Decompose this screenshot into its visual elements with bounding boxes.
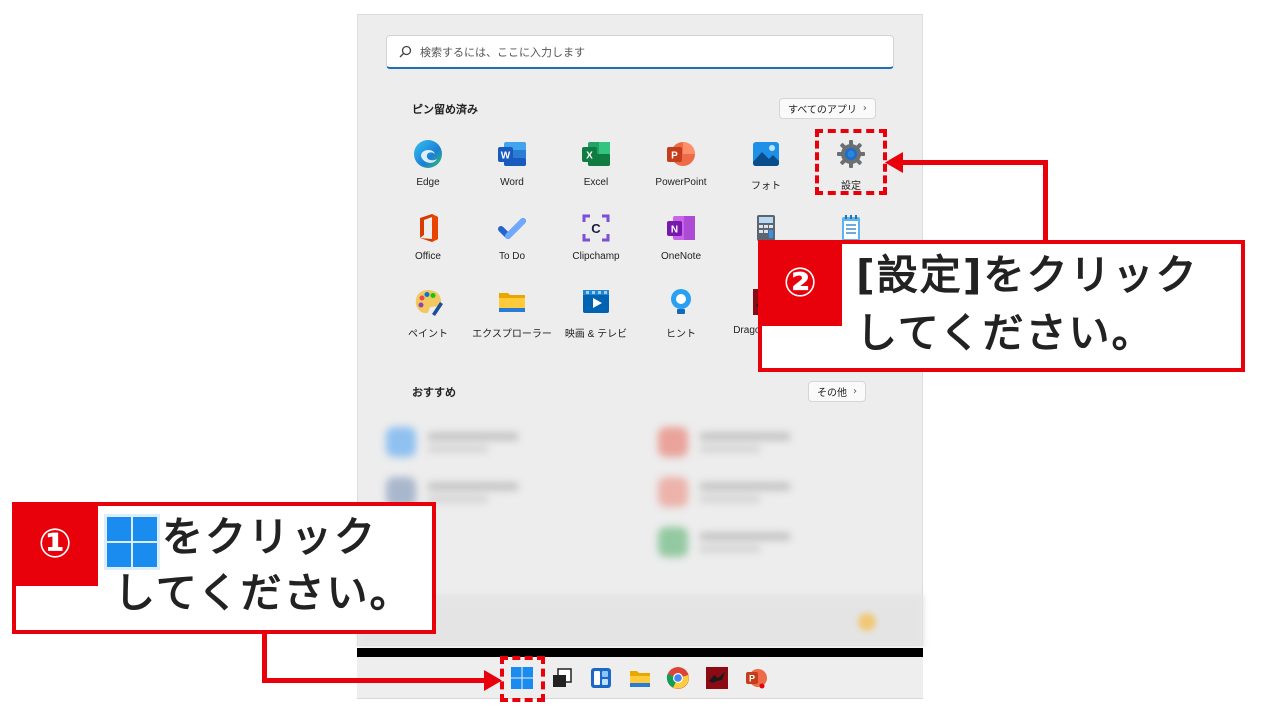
app-label: OneNote bbox=[660, 251, 702, 262]
search-icon bbox=[399, 45, 412, 58]
widgets-icon[interactable] bbox=[589, 666, 613, 690]
chevron-right-icon: › bbox=[862, 103, 867, 114]
arrow-1-head bbox=[484, 670, 502, 691]
pinned-app-movies[interactable]: 映画 & テレビ bbox=[554, 286, 638, 340]
step-2-badge: ② bbox=[758, 240, 842, 326]
step-1-line-2: してください。 bbox=[114, 569, 413, 617]
settings-highlight-box bbox=[815, 129, 887, 195]
excel-icon: X bbox=[582, 142, 610, 166]
explorer-icon bbox=[499, 293, 525, 312]
app-label: Edge bbox=[416, 177, 440, 188]
recommended-item[interactable] bbox=[386, 427, 518, 457]
taskbar-border bbox=[357, 648, 923, 657]
powerpoint-icon[interactable]: P bbox=[744, 666, 768, 690]
word-icon: W bbox=[498, 142, 526, 166]
pinned-app-photos[interactable]: フォト bbox=[724, 138, 808, 192]
tips-icon bbox=[671, 289, 691, 314]
edge-icon bbox=[414, 140, 442, 168]
arrow-2-vertical bbox=[1043, 160, 1048, 244]
arrow-2-head bbox=[885, 152, 903, 173]
step-2-line-2: してください。 bbox=[856, 309, 1155, 357]
app-label: Word bbox=[500, 177, 524, 188]
step-2-number: ② bbox=[783, 260, 817, 306]
power-icon[interactable] bbox=[858, 613, 876, 631]
recommended-item[interactable] bbox=[658, 427, 790, 457]
all-apps-button[interactable]: すべてのアプリ › bbox=[779, 98, 876, 119]
app-label: Office bbox=[415, 251, 441, 262]
svg-text:W: W bbox=[501, 151, 511, 162]
step-1-line-1: をクリック bbox=[162, 513, 377, 561]
more-label: その他 bbox=[817, 388, 847, 399]
pinned-app-edge[interactable]: Edge bbox=[386, 138, 470, 188]
pinned-app-word[interactable]: W Word bbox=[470, 138, 554, 188]
svg-text:X: X bbox=[586, 151, 593, 162]
paint-icon bbox=[415, 290, 443, 316]
windows-logo-icon bbox=[104, 514, 160, 570]
app-label: 映画 & テレビ bbox=[564, 329, 628, 340]
chevron-right-icon: › bbox=[853, 386, 857, 397]
svg-text:C: C bbox=[591, 221, 601, 236]
arrow-2-horizontal bbox=[900, 160, 1048, 165]
svg-text:N: N bbox=[671, 225, 678, 236]
onenote-icon: N bbox=[667, 216, 695, 240]
pinned-app-todo[interactable]: To Do bbox=[470, 212, 554, 262]
pinned-app-paint[interactable]: ペイント bbox=[386, 286, 470, 340]
search-placeholder: 検索するには、ここに入力します bbox=[420, 45, 585, 59]
arrow-1-vertical bbox=[262, 628, 267, 683]
office-icon bbox=[420, 214, 438, 242]
step-1-badge: ① bbox=[12, 502, 98, 586]
app-label: Clipchamp bbox=[572, 251, 620, 262]
pinned-app-explorer[interactable]: エクスプローラー bbox=[470, 286, 554, 340]
app-label: ヒント bbox=[666, 329, 696, 340]
app-label: ペイント bbox=[408, 329, 448, 340]
chrome-icon[interactable] bbox=[666, 666, 690, 690]
app-label: エクスプローラー bbox=[472, 329, 552, 340]
pinned-app-excel[interactable]: X Excel bbox=[554, 138, 638, 188]
movies-icon bbox=[583, 290, 609, 313]
pinned-app-tips[interactable]: ヒント bbox=[639, 286, 723, 340]
svg-text:P: P bbox=[749, 674, 755, 684]
pinned-title: ピン留め済み bbox=[412, 103, 478, 116]
step-2-line-1: [設定]をクリック bbox=[856, 251, 1199, 299]
taskview-icon[interactable] bbox=[550, 666, 574, 690]
powerpoint-icon: P bbox=[667, 142, 695, 166]
app-label: To Do bbox=[498, 251, 526, 262]
pinned-app-clipchamp[interactable]: C Clipchamp bbox=[554, 212, 638, 262]
start-highlight-box bbox=[500, 656, 545, 702]
arrow-1-horizontal bbox=[262, 678, 487, 683]
clipchamp-icon: C bbox=[582, 214, 610, 242]
recommended-item[interactable] bbox=[658, 477, 790, 507]
svg-text:P: P bbox=[671, 151, 678, 162]
todo-icon bbox=[498, 218, 526, 239]
photos-icon bbox=[753, 142, 779, 166]
pinned-app-office[interactable]: Office bbox=[386, 212, 470, 262]
step-1-number: ① bbox=[38, 521, 72, 567]
more-button[interactable]: その他 › bbox=[808, 381, 866, 402]
search-input[interactable]: 検索するには、ここに入力します bbox=[386, 35, 894, 69]
callout-step-2: ② [設定]をクリック してください。 bbox=[758, 240, 1245, 372]
user-strip bbox=[358, 595, 924, 647]
app-label: PowerPoint bbox=[655, 177, 707, 188]
all-apps-label: すべてのアプリ bbox=[788, 105, 857, 116]
explorer-icon[interactable] bbox=[628, 666, 652, 690]
pinned-app-powerpoint[interactable]: P PowerPoint bbox=[639, 138, 723, 188]
app-label: Excel bbox=[583, 177, 609, 188]
callout-step-1: ① をクリック してください。 bbox=[12, 502, 436, 634]
recommended-title: おすすめ bbox=[412, 386, 456, 399]
pinned-app-onenote[interactable]: N OneNote bbox=[639, 212, 723, 262]
dragon-center-icon[interactable] bbox=[705, 666, 729, 690]
recommended-item[interactable] bbox=[658, 527, 790, 557]
app-label: フォト bbox=[751, 181, 781, 192]
